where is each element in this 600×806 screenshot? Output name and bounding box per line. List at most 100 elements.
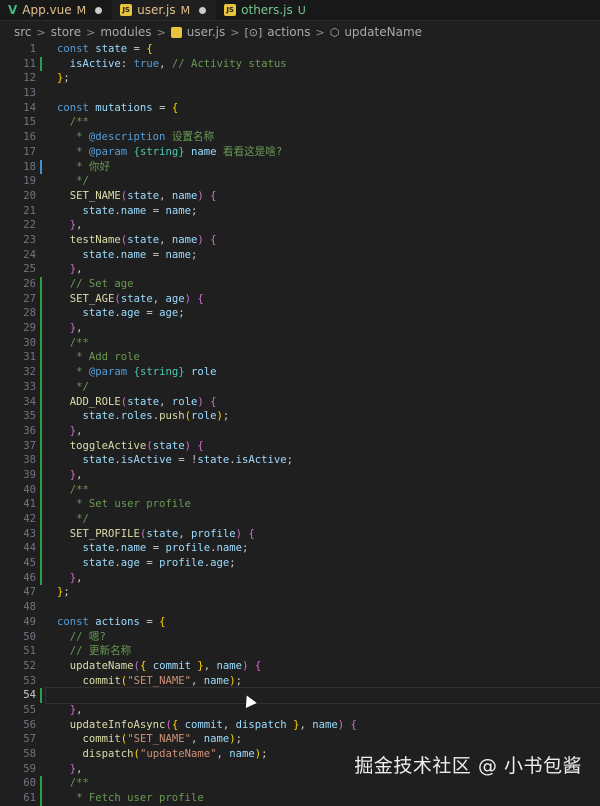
breadcrumb-item-src[interactable]: src — [14, 25, 32, 39]
git-added-marker — [40, 379, 46, 395]
code-line[interactable]: 46 }, — [0, 570, 600, 586]
line-number: 33 — [23, 380, 36, 393]
line-number: 35 — [23, 410, 36, 423]
code-line[interactable]: 33 */ — [0, 379, 600, 395]
line-number: 60 — [23, 777, 36, 790]
code-line[interactable]: 17 * @param {string} name 看看这是啥? — [0, 145, 600, 160]
gutter — [40, 115, 46, 130]
git-added-marker — [40, 438, 46, 454]
code-line[interactable]: 49 const actions = { — [0, 615, 600, 630]
git-added-marker — [40, 570, 46, 586]
code-line[interactable]: 37 toggleActive(state) { — [0, 438, 600, 454]
code-line[interactable]: 43 SET_PROFILE(state, profile) { — [0, 526, 600, 542]
code-line[interactable]: 19 */ — [0, 174, 600, 189]
git-added-marker — [40, 512, 46, 527]
gutter — [40, 145, 46, 160]
line-number: 38 — [23, 454, 36, 467]
code-line[interactable]: 34 ADD_ROLE(state, role) { — [0, 394, 600, 410]
code-text: SET_AGE(state, age) { — [69, 292, 204, 305]
code-line[interactable]: 16 * @description 设置名称 — [0, 130, 600, 145]
code-line[interactable]: 35 state.roles.push(role); — [0, 409, 600, 424]
breadcrumb-item-method[interactable]: updateName — [344, 25, 422, 39]
gutter — [40, 718, 46, 733]
code-line[interactable]: 31 * Add role — [0, 350, 600, 365]
code-line[interactable]: 25 }, — [0, 262, 600, 277]
code-line[interactable]: 40 /** — [0, 482, 600, 498]
line-number: 34 — [23, 395, 36, 408]
code-line[interactable]: 55 }, — [0, 703, 600, 718]
code-line[interactable]: 47}; — [0, 585, 600, 600]
watermark: 掘金技术社区 @ 小书包酱 — [354, 755, 582, 777]
gutter — [40, 703, 46, 718]
tab-others-js[interactable]: JS others.js U — [216, 0, 316, 20]
code-line[interactable]: 14 const mutations = { — [0, 101, 600, 116]
tab-label: user.js — [137, 3, 176, 17]
code-line[interactable]: 21 state.name = name; — [0, 204, 600, 219]
editor-tab-bar: V App.vue M JS user.js M JS others.js U — [0, 0, 600, 21]
breadcrumb-item-store[interactable]: store — [51, 25, 81, 39]
code-line[interactable]: 29 }, — [0, 321, 600, 336]
code-text: commit("SET_NAME", name); — [82, 674, 243, 687]
gutter — [40, 585, 46, 600]
code-text: * @param {string} name 看看这是啥? — [57, 145, 283, 158]
git-added-marker — [40, 541, 46, 556]
line-number: 25 — [23, 263, 36, 276]
code-line[interactable]: 23 testName(state, name) { — [0, 233, 600, 248]
code-line[interactable]: 51 // 更新名称 — [0, 644, 600, 659]
tab-status-badge: M — [180, 3, 191, 17]
code-line[interactable]: 60 /** — [0, 776, 600, 791]
code-editor[interactable]: 1 const state = {11 isActive: true, // Ac… — [0, 42, 600, 806]
code-line[interactable]: 44 state.name = profile.name; — [0, 541, 600, 556]
gutter — [40, 762, 46, 777]
line-number: 11 — [23, 57, 36, 70]
code-line[interactable]: 20 SET_NAME(state, name) { — [0, 189, 600, 204]
code-line[interactable]: 15 /** — [0, 115, 600, 130]
breadcrumb-item-file[interactable]: user.js — [187, 25, 225, 39]
line-number: 47 — [23, 586, 36, 599]
code-line[interactable]: 13 — [0, 86, 600, 101]
code-line[interactable]: 39 }, — [0, 467, 600, 483]
line-number: 41 — [23, 498, 36, 511]
code-line[interactable]: 42 */ — [0, 512, 600, 527]
code-line[interactable]: 45 state.age = profile.age; — [0, 556, 600, 571]
code-text: toggleActive(state) { — [69, 439, 204, 452]
code-line[interactable]: 28 state.age = age; — [0, 306, 600, 321]
gutter — [40, 189, 46, 204]
code-line[interactable]: 32 * @param {string} role — [0, 365, 600, 380]
unsaved-dot-icon[interactable] — [95, 6, 103, 14]
line-number: 45 — [23, 557, 36, 570]
code-line[interactable]: 38 state.isActive = !state.isActive; — [0, 453, 600, 468]
code-line[interactable]: 1 const state = { — [0, 42, 600, 57]
line-number: 17 — [23, 145, 36, 158]
code-line[interactable]: 30 /** — [0, 335, 600, 351]
code-text: /** — [69, 777, 89, 790]
code-line[interactable]: 50 // 嗯? — [0, 630, 600, 645]
code-line[interactable]: 27 SET_AGE(state, age) { — [0, 291, 600, 307]
tab-app-vue[interactable]: V App.vue M — [0, 0, 112, 20]
code-line[interactable]: 41 * Set user profile — [0, 497, 600, 512]
code-line[interactable]: 53 commit("SET_NAME", name); — [0, 674, 600, 689]
code-text: }, — [69, 571, 83, 584]
code-line[interactable]: 54 — [0, 687, 600, 704]
git-added-marker — [40, 335, 46, 351]
breadcrumb-item-modules[interactable]: modules — [100, 25, 151, 39]
code-line[interactable]: 48 — [0, 600, 600, 615]
code-line[interactable]: 57 commit("SET_NAME", name); — [0, 732, 600, 747]
breadcrumb-item-actions[interactable]: actions — [267, 25, 310, 39]
variable-symbol-icon: [⊙] — [244, 25, 263, 39]
code-line[interactable]: 12}; — [0, 71, 600, 86]
code-line[interactable]: 11 isActive: true, // Activity status — [0, 56, 600, 72]
code-text: const state = { — [57, 43, 153, 55]
gutter — [40, 71, 46, 86]
code-line[interactable]: 56 updateInfoAsync({ commit, dispatch },… — [0, 718, 600, 733]
code-line[interactable]: 22 }, — [0, 218, 600, 233]
code-line[interactable]: 26 // Set age — [0, 277, 600, 292]
code-line[interactable]: 61 * Fetch user profile — [0, 791, 600, 806]
unsaved-dot-icon[interactable] — [199, 6, 207, 14]
tab-user-js[interactable]: JS user.js M — [112, 0, 217, 20]
code-line[interactable]: 36 }, — [0, 423, 600, 439]
code-line[interactable]: 52 updateName({ commit }, name) { — [0, 659, 600, 674]
gutter — [40, 218, 46, 233]
code-line[interactable]: 18 * 你好 — [0, 159, 600, 175]
code-line[interactable]: 24 state.name = name; — [0, 248, 600, 263]
